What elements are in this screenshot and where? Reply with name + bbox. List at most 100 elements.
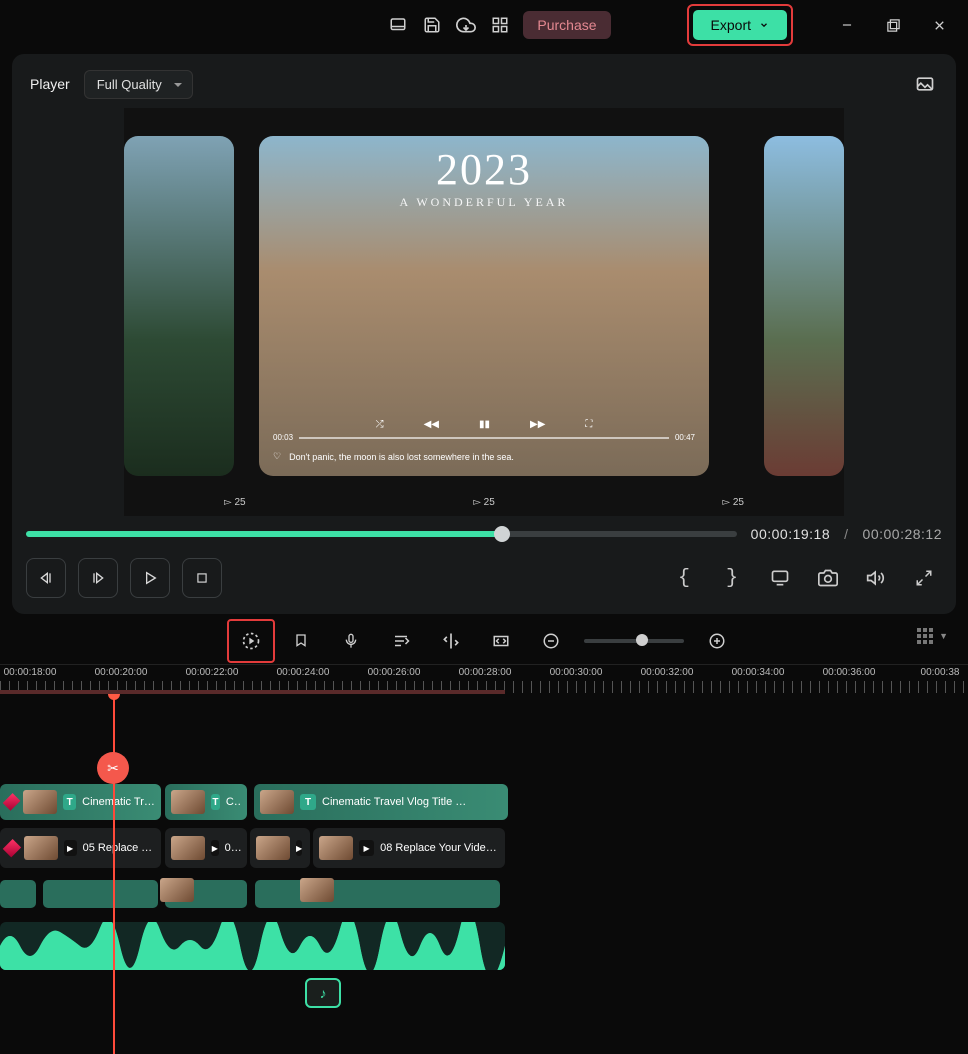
clip-thumb [24, 836, 58, 860]
video-track: ▶05 Replace You…▶06 R…▶07…▶08 Replace Yo… [0, 826, 968, 870]
track-size-icon[interactable] [917, 628, 933, 644]
audio-clip[interactable] [0, 922, 505, 970]
zoom-in-button[interactable] [700, 624, 734, 658]
text-badge-icon: T [300, 794, 316, 810]
clip-thumb [171, 836, 205, 860]
ruler-label: 00:00:38 [921, 667, 960, 678]
video-preview[interactable]: 2023 A WONDERFUL YEAR ♡ Don't panic, the… [124, 108, 844, 516]
zoom-slider[interactable] [584, 639, 684, 643]
progress-knob[interactable] [494, 526, 510, 542]
fit-width-icon[interactable] [484, 624, 518, 658]
effect-clip[interactable] [43, 880, 158, 908]
marker-icon[interactable] [284, 624, 318, 658]
total-time: 00:00:28:12 [863, 526, 942, 542]
play-button[interactable] [130, 558, 170, 598]
layout-icon[interactable] [381, 8, 415, 42]
ruler-label: 00:00:34:00 [732, 667, 785, 678]
forward-icon: ▶▶ [530, 419, 545, 430]
progress-bar[interactable] [26, 531, 737, 537]
snapshot-icon[interactable] [810, 560, 846, 596]
clip-thumb [171, 790, 205, 814]
video-clip[interactable]: ▶05 Replace You… [0, 828, 161, 868]
quality-select[interactable]: Full Quality [84, 70, 193, 99]
clip-label: Cinematic Travel Vlog Title … [322, 796, 466, 808]
chevron-down-icon [759, 20, 769, 30]
video-clip[interactable]: ▶06 R… [165, 828, 247, 868]
video-clip[interactable]: ▶07… [250, 828, 310, 868]
close-button[interactable] [920, 8, 958, 42]
preview-year: 2023 [259, 144, 709, 195]
pause-inner-icon: ▮▮ [479, 419, 490, 430]
ruler-label: 00:00:30:00 [550, 667, 603, 678]
transition-thumb[interactable] [300, 878, 334, 902]
render-preview-button[interactable] [234, 624, 268, 658]
display-icon[interactable] [762, 560, 798, 596]
play-badge-icon: ▶ [359, 840, 374, 856]
clip-label: Cin… [226, 796, 241, 808]
time-separator: / [844, 526, 848, 542]
zoom-knob[interactable] [636, 634, 648, 646]
maximize-button[interactable] [874, 8, 912, 42]
preview-frame-right [764, 136, 844, 476]
save-icon[interactable] [415, 8, 449, 42]
clip-label: Cinematic Trave… [82, 796, 155, 808]
preview-image-icon[interactable] [908, 67, 942, 101]
player-panel: Player Full Quality 2023 A WONDERFUL YEA… [12, 54, 956, 614]
track-options[interactable]: ▼ [917, 628, 948, 644]
minimize-button[interactable] [828, 8, 866, 42]
preview-subtitle: A WONDERFUL YEAR [259, 195, 709, 210]
zoom-out-button[interactable] [534, 624, 568, 658]
gem-icon [3, 839, 21, 857]
mark-out-button[interactable]: } [714, 560, 750, 596]
preview-ticks: 25 25 25 [124, 497, 844, 508]
audio-mixer-icon[interactable] [384, 624, 418, 658]
current-time: 00:00:19:18 [751, 526, 830, 542]
clip-thumb [260, 790, 294, 814]
auto-ripple-icon[interactable] [434, 624, 468, 658]
music-clip[interactable]: ♪ [305, 978, 341, 1008]
cloud-icon[interactable] [449, 8, 483, 42]
clip-thumb [23, 790, 57, 814]
voiceover-icon[interactable] [334, 624, 368, 658]
effect-clip[interactable] [0, 880, 36, 908]
text-badge-icon: T [211, 794, 220, 810]
fullscreen-icon[interactable] [906, 560, 942, 596]
shuffle-icon: ⤮ [376, 419, 384, 430]
clip-thumb [319, 836, 353, 860]
timeline-ruler[interactable]: 00:00:18:0000:00:20:0000:00:22:0000:00:2… [0, 664, 968, 694]
play-badge-icon: ▶ [296, 840, 302, 856]
prev-frame-button[interactable] [26, 558, 66, 598]
export-highlight: Export [687, 4, 793, 46]
clip-label: 08 Replace Your Video … [380, 842, 499, 854]
ruler-label: 00:00:20:00 [95, 667, 148, 678]
progress-row: 00:00:19:18 / 00:00:28:12 [26, 526, 942, 542]
clip-thumb [256, 836, 290, 860]
title-track: T Cinematic Trave… T Cin… T Cinematic Travel … [0, 782, 968, 822]
timeline-tracks: ✂ T Cinematic Trave… T Cin… T Cinematic Trave… [0, 694, 968, 1054]
text-badge-icon: T [63, 794, 76, 810]
gem-icon [3, 793, 21, 811]
preview-tc-left: 00:03 [273, 433, 293, 442]
split-button[interactable]: ✂ [97, 752, 129, 784]
preview-frame-left [124, 136, 234, 476]
video-clip[interactable]: ▶ 08 Replace Your Video … [313, 828, 505, 868]
title-clip[interactable]: T Cinematic Travel Vlog Title … [254, 784, 508, 820]
title-clip[interactable]: T Cinematic Trave… [0, 784, 161, 820]
transition-thumb[interactable] [160, 878, 194, 902]
purchase-button[interactable]: Purchase [523, 11, 610, 39]
effect-clip[interactable] [255, 880, 500, 908]
track-options-caret-icon: ▼ [939, 631, 948, 641]
apps-icon[interactable] [483, 8, 517, 42]
stop-button[interactable] [182, 558, 222, 598]
preview-tc-right: 00:47 [675, 433, 695, 442]
export-button[interactable]: Export [693, 10, 787, 40]
player-header: Player Full Quality [26, 64, 942, 104]
volume-icon[interactable] [858, 560, 894, 596]
effect-track [0, 874, 968, 914]
mark-in-button[interactable]: { [666, 560, 702, 596]
player-label: Player [26, 76, 70, 92]
title-clip[interactable]: T Cin… [165, 784, 247, 820]
top-bar: Purchase Export [0, 0, 968, 50]
next-frame-button[interactable] [78, 558, 118, 598]
ruler-label: 00:00:28:00 [459, 667, 512, 678]
